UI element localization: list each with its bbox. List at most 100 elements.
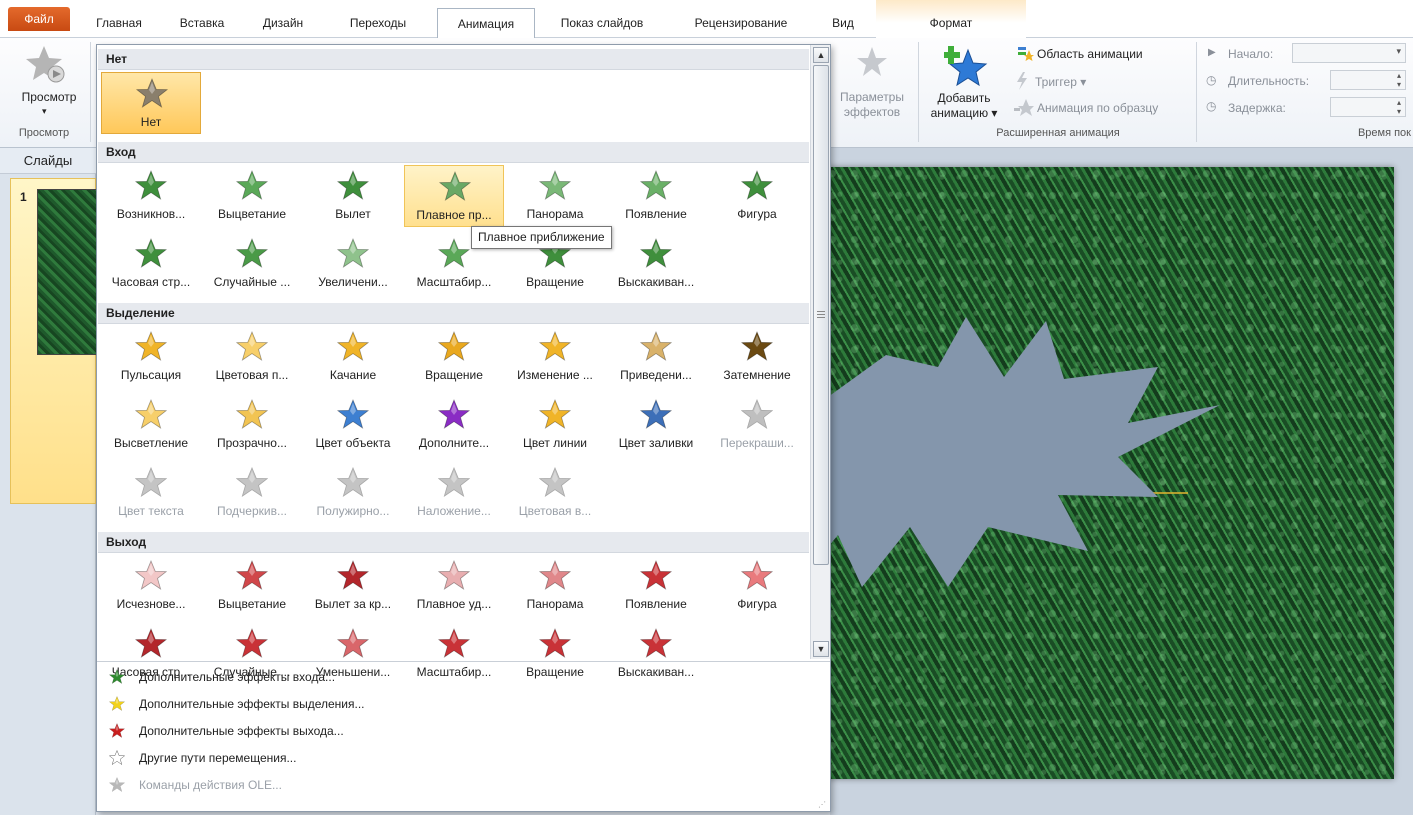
- animation-pane-icon: [1018, 47, 1034, 61]
- preview-button[interactable]: Просмотр: [14, 90, 84, 104]
- effect-params-button[interactable]: Параметры эффектов: [832, 90, 912, 120]
- effect-category-icon: [108, 722, 126, 739]
- star-effect-icon: [740, 398, 774, 431]
- gallery-effect-item[interactable]: Исчезнове...: [101, 555, 201, 617]
- tab-file[interactable]: Файл: [8, 7, 70, 31]
- gallery-effect-item[interactable]: Приведени...: [606, 326, 706, 388]
- star-effect-icon: [639, 330, 673, 363]
- gallery-section-header: Вход: [98, 142, 809, 163]
- effect-label: Изменение ...: [517, 368, 593, 382]
- gallery-effect-item[interactable]: Часовая стр...: [101, 233, 201, 295]
- slide-thumbnail-item[interactable]: [10, 178, 97, 504]
- grip-icon: [817, 311, 825, 312]
- gallery-effect-item[interactable]: Вращение: [404, 326, 504, 388]
- star-effect-icon: [134, 627, 168, 660]
- star-effect-icon: [134, 169, 168, 202]
- scroll-up-button[interactable]: ▲: [813, 47, 829, 63]
- star-effect-icon: [135, 77, 169, 110]
- animation-painter-icon: [1014, 99, 1034, 116]
- effect-label: Выцветание: [217, 597, 287, 611]
- tab-design[interactable]: Дизайн: [248, 8, 318, 38]
- gallery-effect-item[interactable]: Возникнов...: [101, 165, 201, 227]
- duration-stepper[interactable]: ▴ ▾: [1330, 70, 1406, 90]
- slide-thumbnail[interactable]: [37, 189, 97, 355]
- star-effect-icon: [134, 398, 168, 431]
- add-animation-button[interactable]: Добавить анимацию ▾: [924, 91, 1004, 121]
- delay-stepper[interactable]: ▴ ▾: [1330, 97, 1406, 117]
- effect-label: Часовая стр...: [111, 275, 191, 289]
- gallery-effect-item[interactable]: Появление: [606, 165, 706, 227]
- gallery-effect-item[interactable]: Изменение ...: [505, 326, 605, 388]
- resize-grip-icon[interactable]: ⋰: [818, 800, 826, 809]
- gallery-effect-item[interactable]: Цветовая п...: [202, 326, 302, 388]
- gallery-effect-item[interactable]: Фигура: [707, 555, 807, 617]
- star-effect-icon: [336, 627, 370, 660]
- more-effects-item[interactable]: Другие пути перемещения...: [97, 745, 830, 772]
- effect-label: Дополните...: [418, 436, 490, 450]
- gallery-effect-item[interactable]: Выцветание: [202, 555, 302, 617]
- ribbon-separator: [918, 42, 919, 142]
- gallery-effect-item[interactable]: Цвет объекта: [303, 394, 403, 456]
- preview-dropdown-arrow[interactable]: ▾: [42, 106, 47, 117]
- tab-animation[interactable]: Анимация: [437, 8, 535, 39]
- more-effects-label: Дополнительные эффекты выхода...: [139, 724, 344, 738]
- gallery-effect-item[interactable]: Цвет линии: [505, 394, 605, 456]
- gallery-effect-item[interactable]: Выскакиван...: [606, 233, 706, 295]
- star-effect-icon: [538, 466, 572, 499]
- more-effects-item[interactable]: Дополнительные эффекты выхода...: [97, 718, 830, 745]
- tab-format[interactable]: Формат: [876, 0, 1026, 38]
- duration-label: Длительность:: [1228, 74, 1310, 88]
- effect-label: Вращение: [526, 275, 584, 289]
- star-effect-icon: [639, 559, 673, 592]
- gallery-effect-item[interactable]: Нет: [101, 72, 201, 134]
- gallery-effect-item[interactable]: Вылет за кр...: [303, 555, 403, 617]
- gallery-effect-item[interactable]: Увеличени...: [303, 233, 403, 295]
- star-effect-icon: [336, 466, 370, 499]
- tooltip: Плавное приближение: [471, 226, 612, 249]
- slide[interactable]: [828, 167, 1394, 779]
- gallery-effect-item[interactable]: Панорама: [505, 555, 605, 617]
- star-effect-icon: [336, 398, 370, 431]
- gallery-effect-item[interactable]: Вылет: [303, 165, 403, 227]
- animation-painter-button[interactable]: Анимация по образцу: [1037, 101, 1158, 115]
- effect-category-icon: [108, 668, 126, 685]
- tab-home[interactable]: Главная: [84, 8, 154, 38]
- gallery-effect-item[interactable]: Прозрачно...: [202, 394, 302, 456]
- gallery-effect-item[interactable]: Дополните...: [404, 394, 504, 456]
- gallery-effect-item[interactable]: Выцветание: [202, 165, 302, 227]
- timing-group-label: Время пок: [1357, 127, 1411, 139]
- gallery-effect-item[interactable]: Плавное пр...: [404, 165, 504, 227]
- scroll-thumb[interactable]: [813, 65, 829, 565]
- explosion-shape[interactable]: [828, 167, 1394, 779]
- gallery-effect-item[interactable]: Случайные ...: [202, 233, 302, 295]
- gallery-effect-item[interactable]: Цвет заливки: [606, 394, 706, 456]
- slides-pane-title[interactable]: Слайды: [0, 148, 96, 174]
- tab-transitions[interactable]: Переходы: [328, 8, 428, 38]
- start-select[interactable]: ▾: [1292, 43, 1406, 63]
- gallery-effect-item[interactable]: Качание: [303, 326, 403, 388]
- effect-label: Возникнов...: [116, 207, 186, 221]
- gallery-effect-item: Подчеркив...: [202, 462, 302, 524]
- tab-insert[interactable]: Вставка: [162, 8, 242, 38]
- tab-review[interactable]: Рецензирование: [670, 8, 812, 38]
- gallery-effect-item[interactable]: Высветление: [101, 394, 201, 456]
- animation-pane-button[interactable]: Область анимации: [1037, 47, 1143, 61]
- tab-slideshow[interactable]: Показ слайдов: [542, 8, 662, 38]
- scroll-down-button[interactable]: ▼: [813, 641, 829, 657]
- gallery-effect-item[interactable]: Затемнение: [707, 326, 807, 388]
- effect-label: Цвет заливки: [618, 436, 694, 450]
- gallery-effect-item[interactable]: Плавное уд...: [404, 555, 504, 617]
- star-effect-icon: [336, 330, 370, 363]
- gallery-effect-item[interactable]: Панорама: [505, 165, 605, 227]
- more-effects-item[interactable]: Дополнительные эффекты входа...: [97, 664, 830, 691]
- gallery-effect-item[interactable]: Появление: [606, 555, 706, 617]
- effect-label: Фигура: [737, 207, 777, 221]
- tab-view[interactable]: Вид: [818, 8, 868, 38]
- gallery-effect-item[interactable]: Пульсация: [101, 326, 201, 388]
- gallery-scrollbar[interactable]: ▲ ▼: [810, 45, 830, 659]
- star-effect-icon: [639, 627, 673, 660]
- effect-label: Случайные ...: [213, 275, 291, 289]
- more-effects-item[interactable]: Дополнительные эффекты выделения...: [97, 691, 830, 718]
- trigger-button[interactable]: Триггер ▾: [1035, 75, 1086, 89]
- gallery-effect-item[interactable]: Фигура: [707, 165, 807, 227]
